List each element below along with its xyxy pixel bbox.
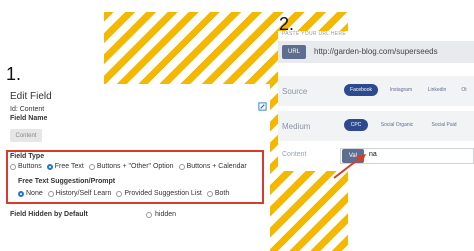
- medium-option-cpc[interactable]: CPC: [344, 119, 368, 131]
- content-input-value: na: [369, 151, 377, 158]
- source-row: Source Facebook Instagram Linkedin Ot: [278, 76, 474, 106]
- content-row: Content Val na: [278, 145, 474, 167]
- medium-option-social-paid[interactable]: Social Paid: [426, 119, 462, 131]
- url-button[interactable]: URL: [282, 45, 306, 59]
- option-label: Provided Suggestion List: [124, 190, 202, 197]
- field-type-highlight-box: Field Type Buttons Free Text Buttons + "…: [6, 150, 264, 204]
- option-label: Buttons: [18, 163, 42, 170]
- edit-field-panel: Edit Field Id: Content Field Name Conten…: [0, 84, 270, 251]
- field-type-option-buttons[interactable]: Buttons: [10, 163, 42, 170]
- option-label: None: [26, 190, 43, 197]
- medium-option-social-organic[interactable]: Social Organic: [376, 119, 418, 131]
- field-name-input[interactable]: Content: [10, 129, 42, 142]
- suggestion-option-history[interactable]: History/Self Learn: [47, 190, 112, 197]
- option-label: Buttons + Calendar: [186, 163, 247, 170]
- radio-button[interactable]: [47, 190, 54, 197]
- medium-label: Medium: [282, 122, 311, 131]
- source-option-facebook[interactable]: Facebook: [344, 84, 378, 96]
- radio-button[interactable]: [116, 190, 123, 197]
- radio-button[interactable]: [146, 211, 152, 218]
- radio-button-selected[interactable]: [18, 190, 24, 197]
- radio-button[interactable]: [178, 163, 185, 170]
- red-arrow-icon: [333, 154, 366, 179]
- radio-button[interactable]: [206, 190, 213, 197]
- suggestion-option-provided-list[interactable]: Provided Suggestion List: [116, 190, 202, 197]
- field-type-option-buttons-calendar[interactable]: Buttons + Calendar: [178, 163, 247, 170]
- field-name-label: Field Name: [10, 115, 48, 122]
- url-input[interactable]: http://garden-blog.com/superseeds: [314, 47, 438, 56]
- suggestion-label: Free Text Suggestion/Prompt: [18, 178, 116, 185]
- option-label: Both: [214, 190, 230, 197]
- radio-button[interactable]: [88, 163, 95, 170]
- url-builder-panel: PASTE YOUR URL HERE URL http://garden-bl…: [278, 31, 474, 171]
- option-label: History/Self Learn: [55, 190, 112, 197]
- radio-button[interactable]: [10, 163, 16, 170]
- option-label: Buttons + "Other" Option: [96, 163, 174, 170]
- source-label: Source: [282, 87, 308, 96]
- paste-url-label: PASTE YOUR URL HERE: [282, 31, 346, 37]
- field-type-radio-group: Buttons Free Text Buttons + "Other" Opti…: [10, 163, 252, 170]
- url-row: URL http://garden-blog.com/superseeds: [278, 41, 474, 63]
- field-type-option-buttons-other[interactable]: Buttons + "Other" Option: [88, 163, 174, 170]
- step-number-1: 1.: [6, 64, 22, 84]
- option-label: hidden: [155, 211, 177, 218]
- source-option-instagram[interactable]: Instagram: [384, 84, 418, 96]
- field-id: Id: Content: [10, 106, 45, 113]
- medium-row: Medium CPC Social Organic Social Paid: [278, 111, 474, 141]
- hidden-by-default-label: Field Hidden by Default: [10, 211, 88, 218]
- content-label: Content: [282, 151, 307, 158]
- suggestion-radio-group: None History/Self Learn Provided Suggest…: [18, 190, 234, 197]
- pencil-icon[interactable]: [258, 102, 267, 111]
- radio-button-selected[interactable]: [46, 163, 53, 170]
- hidden-option[interactable]: hidden: [146, 211, 176, 218]
- suggestion-option-none[interactable]: None: [18, 190, 43, 197]
- option-label: Free Text: [54, 163, 84, 170]
- source-option-other[interactable]: Ot: [456, 84, 472, 96]
- field-type-option-free-text[interactable]: Free Text: [46, 163, 84, 170]
- field-type-label: Field Type: [10, 153, 45, 160]
- source-option-linkedin[interactable]: Linkedin: [422, 84, 452, 96]
- suggestion-option-both[interactable]: Both: [206, 190, 230, 197]
- panel-title: Edit Field: [10, 91, 52, 102]
